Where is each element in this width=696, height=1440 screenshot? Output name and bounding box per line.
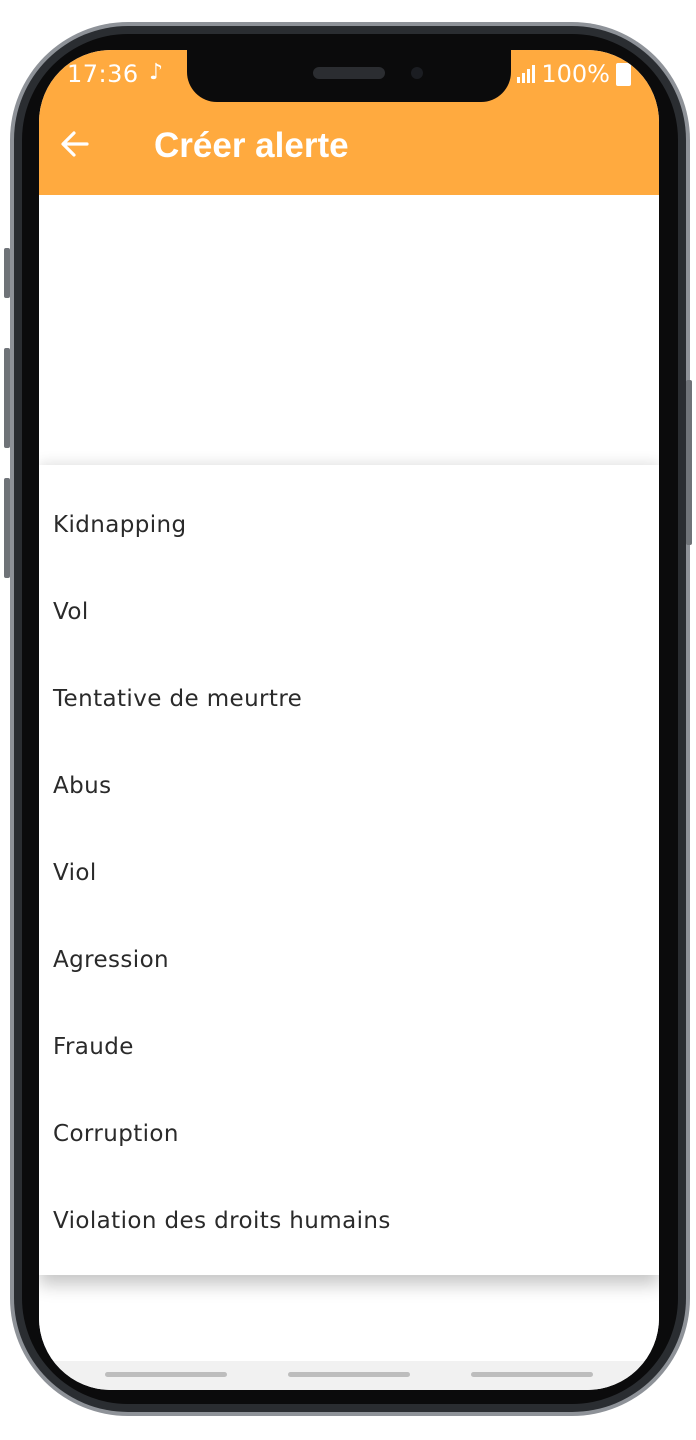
- content-area: [39, 195, 659, 465]
- status-time: 17:36: [67, 60, 139, 88]
- phone-notch: [187, 50, 511, 102]
- signal-icon: [517, 65, 536, 83]
- side-button-mute: [4, 248, 10, 298]
- menu-item-tentative-de-meurtre[interactable]: Tentative de meurtre: [39, 655, 659, 742]
- menu-item-agression[interactable]: Agression: [39, 916, 659, 1003]
- content-area-bottom: [39, 1275, 659, 1361]
- back-arrow-icon[interactable]: [57, 126, 93, 162]
- front-camera: [411, 67, 423, 79]
- category-dropdown-menu: Kidnapping Vol Tentative de meurtre Abus…: [39, 465, 659, 1275]
- nav-back-button[interactable]: [471, 1372, 593, 1377]
- app-screen: 17:36 ♪ 100% Créer alerte Kidnapping Vol…: [39, 50, 659, 1390]
- music-note-icon: ♪: [149, 60, 164, 85]
- system-nav-bar: [39, 1361, 659, 1390]
- menu-item-abus[interactable]: Abus: [39, 742, 659, 829]
- side-button-power: [686, 380, 692, 545]
- menu-item-fraude[interactable]: Fraude: [39, 1003, 659, 1090]
- menu-item-kidnapping[interactable]: Kidnapping: [39, 481, 659, 568]
- menu-item-viol[interactable]: Viol: [39, 829, 659, 916]
- speaker-grille: [313, 67, 385, 79]
- menu-item-violation-des-droits-humains[interactable]: Violation des droits humains: [39, 1177, 659, 1264]
- nav-home-button[interactable]: [288, 1372, 410, 1377]
- battery-text: 100%: [541, 60, 610, 88]
- menu-item-corruption[interactable]: Corruption: [39, 1090, 659, 1177]
- menu-item-vol[interactable]: Vol: [39, 568, 659, 655]
- nav-recents-button[interactable]: [105, 1372, 227, 1377]
- side-button-volume-down: [4, 478, 10, 578]
- status-right: 100%: [517, 60, 631, 88]
- page-title: Créer alerte: [154, 126, 349, 165]
- battery-icon: [616, 62, 631, 86]
- side-button-volume-up: [4, 348, 10, 448]
